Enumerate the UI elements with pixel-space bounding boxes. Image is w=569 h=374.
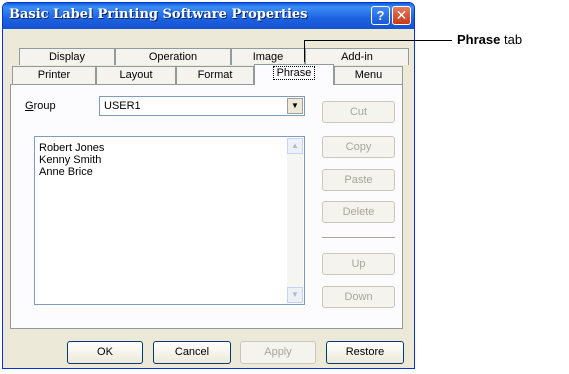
tab-format[interactable]: Format [176,66,254,84]
phrase-list[interactable]: Robert Jones Kenny Smith Anne Brice ▲ ▼ [34,136,305,305]
delete-button[interactable]: Delete [322,201,395,223]
chevron-down-icon[interactable]: ▼ [287,98,303,114]
tab-operation[interactable]: Operation [115,48,231,65]
help-icon[interactable]: ? [371,6,390,25]
list-item[interactable]: Kenny Smith [39,154,101,166]
group-select-value: USER1 [104,100,141,112]
cancel-button[interactable]: Cancel [153,341,231,364]
group-select[interactable]: USER1 ▼ [99,96,305,116]
window-title: Basic Label Printing Software Properties [9,7,308,22]
scroll-down-icon[interactable]: ▼ [287,287,303,303]
close-icon[interactable]: ✕ [392,6,411,25]
tab-add-in[interactable]: Add-in [305,48,409,65]
callout-leader-tick [304,40,305,62]
callout-leader-line [304,40,452,41]
copy-button[interactable]: Copy [322,136,395,158]
up-button[interactable]: Up [322,253,395,275]
tab-display[interactable]: Display [19,48,115,65]
group-label: Group [25,100,56,112]
title-bar[interactable]: Basic Label Printing Software Properties… [3,3,414,29]
tab-phrase[interactable]: Phrase [254,64,334,85]
paste-button[interactable]: Paste [322,169,395,191]
tab-image[interactable]: Image [231,48,305,65]
tab-printer[interactable]: Printer [12,66,96,84]
phrase-tab-callout: Phrase tab [457,32,523,47]
list-item[interactable]: Robert Jones [39,142,104,154]
ok-button[interactable]: OK [67,341,143,364]
tab-layout[interactable]: Layout [96,66,176,84]
button-divider [322,237,395,239]
tab-menu[interactable]: Menu [334,66,403,84]
phrase-list-scrollbar[interactable]: ▲ ▼ [287,138,303,303]
restore-button[interactable]: Restore [326,341,404,364]
apply-button[interactable]: Apply [240,341,316,364]
cut-button[interactable]: Cut [322,101,395,123]
down-button[interactable]: Down [322,286,395,308]
scroll-up-icon[interactable]: ▲ [287,138,303,154]
list-item[interactable]: Anne Brice [39,166,93,178]
